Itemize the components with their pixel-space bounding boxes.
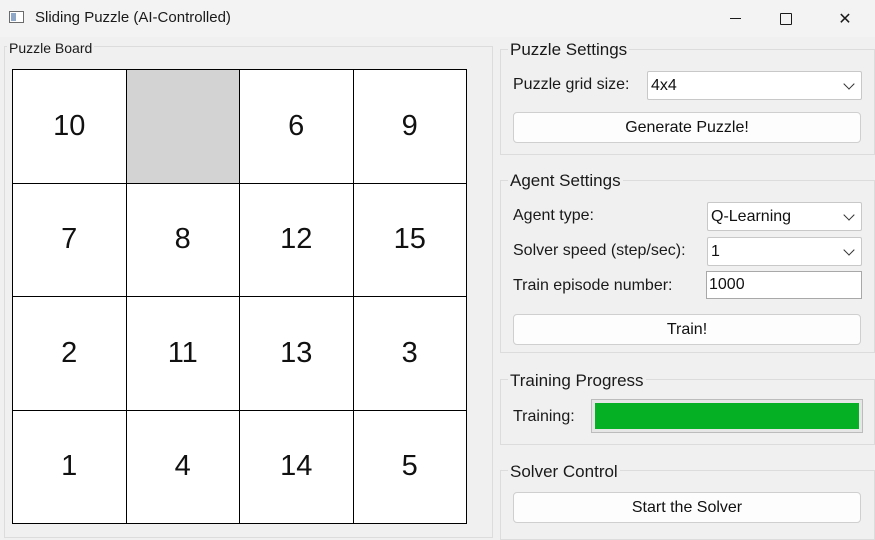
train-button[interactable]: Train! [513,314,861,345]
solver-speed-label: Solver speed (step/sec): [513,242,686,259]
puzzle-tile[interactable]: 4 [126,410,239,523]
puzzle-tile[interactable]: 3 [353,297,466,410]
agent-type-value: Q-Learning [711,207,792,225]
training-progress-fill [595,403,859,429]
minimize-icon [729,18,741,19]
puzzle-tile[interactable]: 10 [13,70,126,183]
train-episode-input[interactable]: 1000 [706,271,862,299]
maximize-icon [780,12,792,25]
puzzle-tile[interactable]: 2 [13,297,126,410]
puzzle-tile[interactable]: 12 [240,183,353,296]
solver-control-title: Solver Control [508,462,620,482]
generate-puzzle-button[interactable]: Generate Puzzle! [513,112,861,143]
app-window-icon [9,11,24,23]
solver-speed-value: 1 [711,242,720,260]
train-episode-label: Train episode number: [513,277,673,294]
start-solver-button[interactable]: Start the Solver [513,492,861,523]
training-progress-bar [591,399,863,433]
agent-type-label: Agent type: [513,207,594,224]
puzzle-tile[interactable]: 11 [126,297,239,410]
puzzle-settings-title: Puzzle Settings [508,40,630,60]
puzzle-tile[interactable]: 5 [353,410,466,523]
puzzle-tile[interactable]: 13 [240,297,353,410]
puzzle-tile[interactable]: 6 [240,70,353,183]
grid-size-label: Puzzle grid size: [513,76,630,93]
training-progress-title: Training Progress [508,371,646,391]
grid-size-select[interactable]: 4x4 [647,71,862,100]
close-icon: ✕ [838,10,852,28]
close-button[interactable]: ✕ [816,0,874,37]
solver-speed-select[interactable]: 1 [707,237,862,266]
chevron-down-icon [843,209,855,221]
window-title: Sliding Puzzle (AI-Controlled) [35,9,231,26]
maximize-button[interactable] [757,0,815,37]
agent-type-select[interactable]: Q-Learning [707,202,862,231]
title-bar: Sliding Puzzle (AI-Controlled) ✕ [0,0,875,37]
puzzle-tile[interactable]: 14 [240,410,353,523]
puzzle-board: 10 6 9 7 8 12 15 2 11 13 3 1 4 14 5 [12,69,467,524]
puzzle-tile[interactable]: 8 [126,183,239,296]
agent-settings-title: Agent Settings [508,171,623,191]
puzzle-tile[interactable]: 15 [353,183,466,296]
puzzle-tile[interactable]: 7 [13,183,126,296]
puzzle-board-title: Puzzle Board [7,40,95,56]
minimize-button[interactable] [706,0,764,37]
chevron-down-icon [843,78,855,90]
chevron-down-icon [843,244,855,256]
training-label: Training: [513,408,575,425]
empty-tile[interactable] [126,70,239,183]
puzzle-tile[interactable]: 9 [353,70,466,183]
grid-size-value: 4x4 [651,76,677,94]
puzzle-tile[interactable]: 1 [13,410,126,523]
